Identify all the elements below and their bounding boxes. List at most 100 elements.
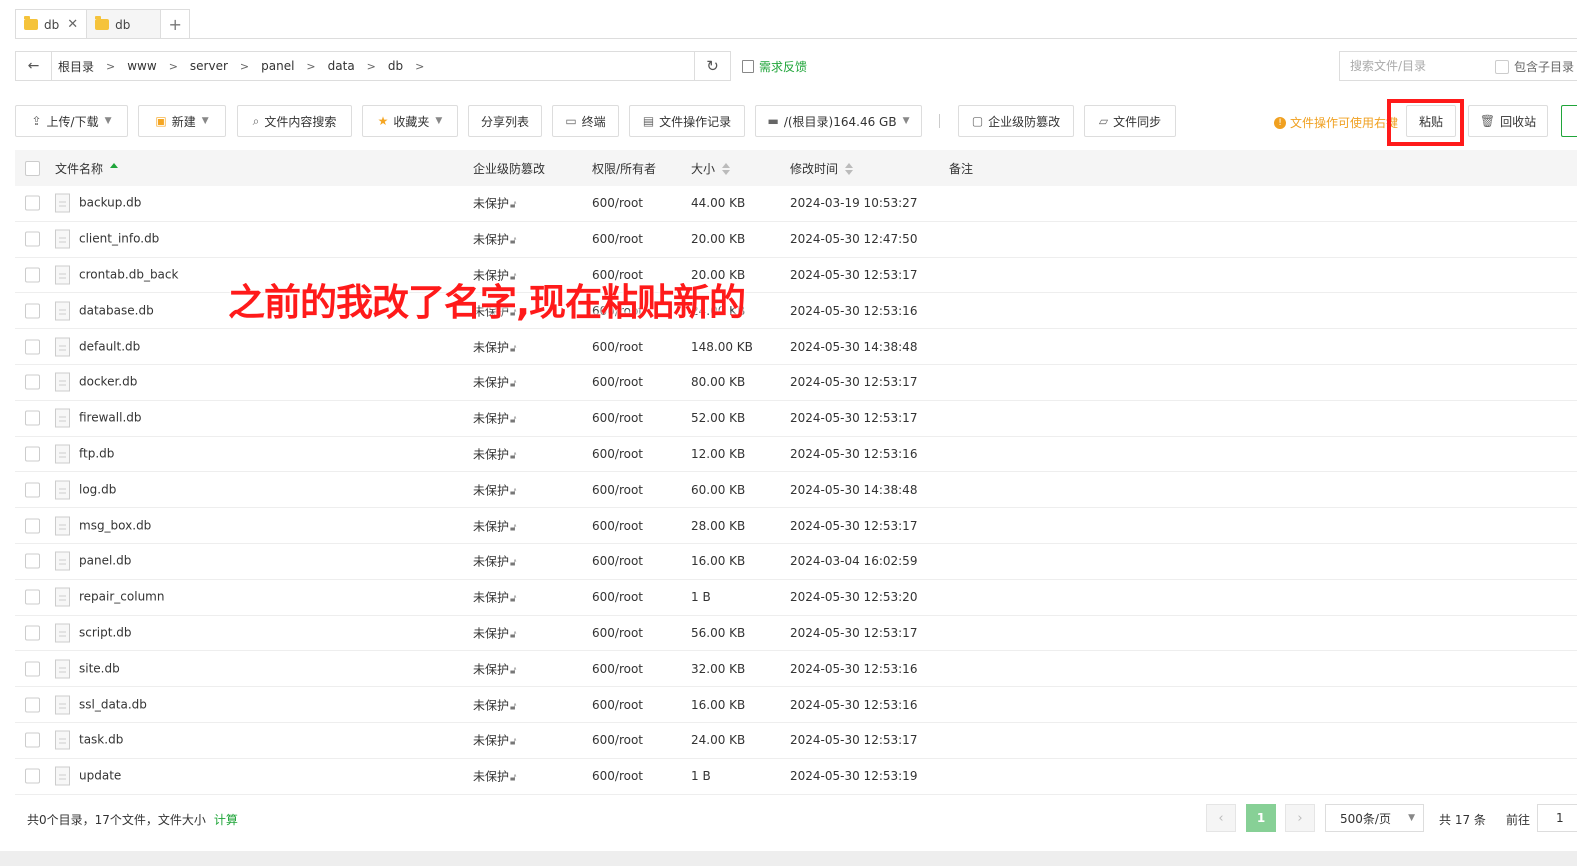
file-name[interactable]: msg_box.db	[55, 516, 151, 536]
file-name[interactable]: repair_column	[55, 587, 164, 607]
table-row[interactable]: panel.db 未保护🔓︎ 600/root 16.00 KB 2024-03-04 …	[15, 544, 1577, 580]
tamper-protect-button[interactable]: ▢ 企业级防篡改	[958, 105, 1074, 137]
tab-db-2[interactable]: db	[86, 9, 162, 39]
content-search-button[interactable]: ⌕ 文件内容搜索	[237, 105, 352, 137]
file-name[interactable]: crontab.db_back	[55, 265, 178, 285]
include-subdir-checkbox[interactable]: 包含子目录	[1495, 58, 1574, 75]
table-row[interactable]: task.db 未保护🔓︎ 600/root 24.00 KB 2024-05-30 1…	[15, 723, 1577, 759]
table-row[interactable]: repair_column 未保护🔓︎ 600/root 1 B 2024-05-30 …	[15, 580, 1577, 616]
table-row[interactable]: log.db 未保护🔓︎ 600/root 60.00 KB 2024-05-30 14…	[15, 472, 1577, 509]
new-button[interactable]: ▣ 新建 ▼	[138, 105, 226, 137]
checkbox[interactable]	[1495, 59, 1509, 74]
table-row[interactable]: update 未保护🔓︎ 600/root 1 B 2024-05-30 12:53:1…	[15, 759, 1577, 795]
file-name[interactable]: firewall.db	[55, 408, 142, 428]
protect-status[interactable]: 未保护🔓︎	[473, 445, 517, 462]
crumb-db[interactable]: db >	[388, 59, 436, 73]
share-list-button[interactable]: 分享列表	[468, 105, 542, 137]
file-name[interactable]: script.db	[55, 623, 132, 643]
row-checkbox[interactable]	[25, 374, 40, 390]
protect-status[interactable]: 未保护🔓︎	[473, 624, 517, 641]
protect-status[interactable]: 未保护🔓︎	[473, 374, 517, 391]
header-size[interactable]: 大小	[691, 160, 731, 177]
protect-status[interactable]: 未保护🔓︎	[473, 589, 517, 606]
row-checkbox[interactable]	[25, 697, 40, 713]
protect-status[interactable]: 未保护🔓︎	[473, 231, 517, 248]
row-checkbox[interactable]	[25, 339, 40, 355]
table-row[interactable]: script.db 未保护🔓︎ 600/root 56.00 KB 2024-05-30…	[15, 616, 1577, 652]
back-arrow-icon[interactable]: ←	[16, 52, 52, 80]
upload-download-button[interactable]: ⇪ 上传/下载 ▼	[15, 105, 128, 137]
row-checkbox[interactable]	[25, 589, 40, 605]
permission[interactable]: 600/root	[592, 698, 643, 712]
header-name[interactable]: 文件名称	[55, 160, 119, 177]
protect-status[interactable]: 未保护🔓︎	[473, 553, 517, 570]
crumb-server[interactable]: server >	[190, 59, 261, 73]
refresh-icon[interactable]: ↻	[694, 52, 730, 80]
protect-status[interactable]: 未保护🔓︎	[473, 338, 517, 355]
file-name[interactable]: log.db	[55, 480, 116, 500]
file-name[interactable]: update	[55, 766, 121, 786]
table-row[interactable]: firewall.db 未保护🔓︎ 600/root 52.00 KB 2024-05-…	[15, 401, 1577, 437]
row-checkbox[interactable]	[25, 410, 40, 426]
row-checkbox[interactable]	[25, 625, 40, 641]
permission[interactable]: 600/root	[592, 232, 643, 246]
recycle-bin-button[interactable]: 🗑 回收站	[1468, 105, 1548, 137]
permission[interactable]: 600/root	[592, 340, 643, 354]
sort-icon[interactable]	[722, 163, 731, 175]
add-tab-button[interactable]: +	[160, 9, 191, 39]
permission[interactable]: 600/root	[592, 375, 643, 389]
favorites-button[interactable]: ★ 收藏夹 ▼	[362, 105, 458, 137]
file-name[interactable]: site.db	[55, 659, 120, 679]
protect-status[interactable]: 未保护🔓︎	[473, 660, 517, 677]
protect-status[interactable]: 未保护🔓︎	[473, 410, 517, 427]
calc-link[interactable]: 计算	[214, 811, 238, 828]
permission[interactable]: 600/root	[592, 519, 643, 533]
goto-page-input[interactable]: 1	[1537, 804, 1577, 832]
table-row[interactable]: client_info.db 未保护🔓︎ 600/root 20.00 KB 2024-…	[15, 222, 1577, 258]
protect-status[interactable]: 未保护🔓︎	[473, 696, 517, 713]
file-sync-button[interactable]: ▱ 文件同步	[1084, 105, 1176, 137]
permission[interactable]: 600/root	[592, 196, 643, 210]
row-checkbox[interactable]	[25, 553, 40, 569]
row-checkbox[interactable]	[25, 195, 40, 211]
table-row[interactable]: default.db 未保护🔓︎ 600/root 148.00 KB 2024-05-…	[15, 329, 1577, 365]
protect-status[interactable]: 未保护🔓︎	[473, 195, 517, 212]
tab-db-1[interactable]: db ✕	[15, 9, 88, 39]
sort-icon[interactable]	[110, 163, 119, 175]
permission[interactable]: 600/root	[592, 590, 643, 604]
file-name[interactable]: ftp.db	[55, 444, 114, 464]
file-name[interactable]: default.db	[55, 337, 140, 357]
row-checkbox[interactable]	[25, 518, 40, 534]
row-checkbox[interactable]	[25, 661, 40, 677]
file-name[interactable]: database.db	[55, 301, 154, 321]
header-mtime[interactable]: 修改时间	[790, 160, 854, 177]
file-name[interactable]: docker.db	[55, 372, 137, 392]
next-page-button[interactable]: ›	[1285, 804, 1315, 832]
crumb-data[interactable]: data >	[328, 59, 388, 73]
permission[interactable]: 600/root	[592, 662, 643, 676]
page-size-select[interactable]: 500条/页 ▼	[1325, 804, 1424, 832]
crumb-panel[interactable]: panel >	[261, 59, 328, 73]
row-checkbox[interactable]	[25, 482, 40, 498]
prev-page-button[interactable]: ‹	[1206, 804, 1236, 832]
permission[interactable]: 600/root	[592, 411, 643, 425]
row-checkbox[interactable]	[25, 267, 40, 283]
table-row[interactable]: backup.db 未保护🔓︎ 600/root 44.00 KB 2024-03-19…	[15, 186, 1577, 222]
table-row[interactable]: ftp.db 未保护🔓︎ 600/root 12.00 KB 2024-05-30 12…	[15, 437, 1577, 473]
more-button[interactable]	[1561, 105, 1577, 137]
protect-status[interactable]: 未保护🔓︎	[473, 481, 517, 498]
terminal-button[interactable]: ▭ 终端	[552, 105, 619, 137]
crumb-www[interactable]: www >	[127, 59, 190, 73]
table-row[interactable]: docker.db 未保护🔓︎ 600/root 80.00 KB 2024-05-30…	[15, 365, 1577, 401]
protect-status[interactable]: 未保护🔓︎	[473, 768, 517, 785]
table-row[interactable]: ssl_data.db 未保护🔓︎ 600/root 16.00 KB 2024-05-…	[15, 687, 1577, 723]
protect-status[interactable]: 未保护🔓︎	[473, 517, 517, 534]
file-name[interactable]: ssl_data.db	[55, 695, 147, 715]
row-checkbox[interactable]	[25, 303, 40, 319]
permission[interactable]: 600/root	[592, 554, 643, 568]
search-input[interactable]	[1350, 59, 1490, 73]
row-checkbox[interactable]	[25, 231, 40, 247]
permission[interactable]: 600/root	[592, 447, 643, 461]
permission[interactable]: 600/root	[592, 483, 643, 497]
current-page[interactable]: 1	[1246, 804, 1276, 832]
